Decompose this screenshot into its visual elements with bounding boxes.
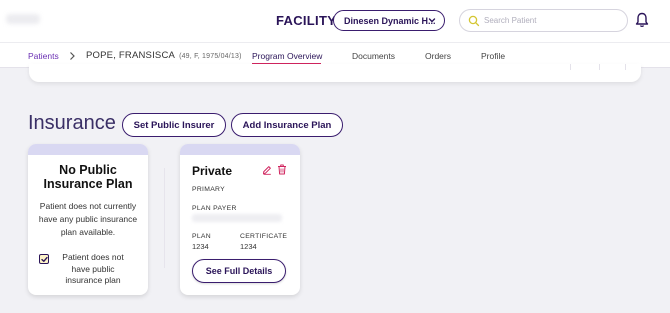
no-public-checkbox[interactable] bbox=[39, 254, 49, 264]
patient-name-text: POPE, FRANSISCA bbox=[86, 50, 176, 61]
tab-profile[interactable]: Profile bbox=[481, 51, 505, 61]
edit-icon[interactable] bbox=[262, 165, 272, 175]
app-logo bbox=[6, 14, 40, 24]
checkmark-icon bbox=[41, 256, 48, 262]
facility-select[interactable]: Dinesen Dynamic H... bbox=[333, 10, 445, 31]
plan-label: PLAN bbox=[192, 233, 211, 240]
tab-orders[interactable]: Orders bbox=[425, 51, 451, 61]
chevron-right-icon bbox=[70, 52, 75, 60]
insurance-title: Insurance bbox=[28, 112, 116, 134]
no-public-insurance-card: No Public Insurance Plan Patient does no… bbox=[28, 144, 148, 295]
plan-payer-redacted bbox=[192, 214, 282, 222]
top-bar: FACILITY Dinesen Dynamic H... Search Pat… bbox=[0, 0, 670, 42]
private-insurance-card: Private PRIMARY PLAN PAYER PLAN 1234 CER… bbox=[180, 144, 300, 295]
no-public-title: No Public Insurance Plan bbox=[43, 163, 133, 191]
breadcrumb-patients-link[interactable]: Patients bbox=[28, 51, 59, 61]
search-icon bbox=[468, 15, 480, 27]
plan-value: 1234 bbox=[192, 242, 209, 251]
cards-divider bbox=[164, 168, 165, 268]
tab-program-overview[interactable]: Program Overview bbox=[252, 51, 322, 61]
program-card bbox=[29, 64, 641, 82]
search-input[interactable]: Search Patient bbox=[459, 9, 628, 32]
search-placeholder: Search Patient bbox=[484, 16, 537, 25]
plan-title: Private bbox=[192, 164, 233, 178]
see-full-details-button[interactable]: See Full Details bbox=[192, 259, 286, 283]
facility-label: FACILITY bbox=[276, 13, 337, 28]
plan-priority: PRIMARY bbox=[192, 186, 225, 193]
plan-payer-label: PLAN PAYER bbox=[192, 205, 237, 212]
card-header-band bbox=[180, 144, 300, 155]
card-divider bbox=[599, 64, 600, 70]
no-public-description: Patient does not currently have any publ… bbox=[38, 201, 138, 237]
bell-icon[interactable] bbox=[635, 12, 649, 28]
no-public-checkbox-label: Patient does not have public insurance p… bbox=[62, 252, 124, 285]
patient-meta: (49, F, 1975/04/13) bbox=[179, 53, 242, 60]
certificate-label: CERTIFICATE bbox=[240, 233, 288, 240]
facility-select-value: Dinesen Dynamic H... bbox=[344, 15, 436, 26]
set-public-insurer-button[interactable]: Set Public Insurer bbox=[122, 113, 226, 137]
add-insurance-plan-button[interactable]: Add Insurance Plan bbox=[231, 113, 343, 137]
chevron-down-icon bbox=[428, 18, 436, 23]
card-divider bbox=[625, 64, 626, 70]
certificate-value: 1234 bbox=[240, 242, 257, 251]
trash-icon[interactable] bbox=[277, 164, 287, 175]
tab-documents[interactable]: Documents bbox=[352, 51, 395, 61]
patient-name: POPE, FRANSISCA (49, F, 1975/04/13) bbox=[86, 50, 242, 61]
card-header-band bbox=[28, 144, 148, 155]
card-divider bbox=[570, 64, 571, 70]
